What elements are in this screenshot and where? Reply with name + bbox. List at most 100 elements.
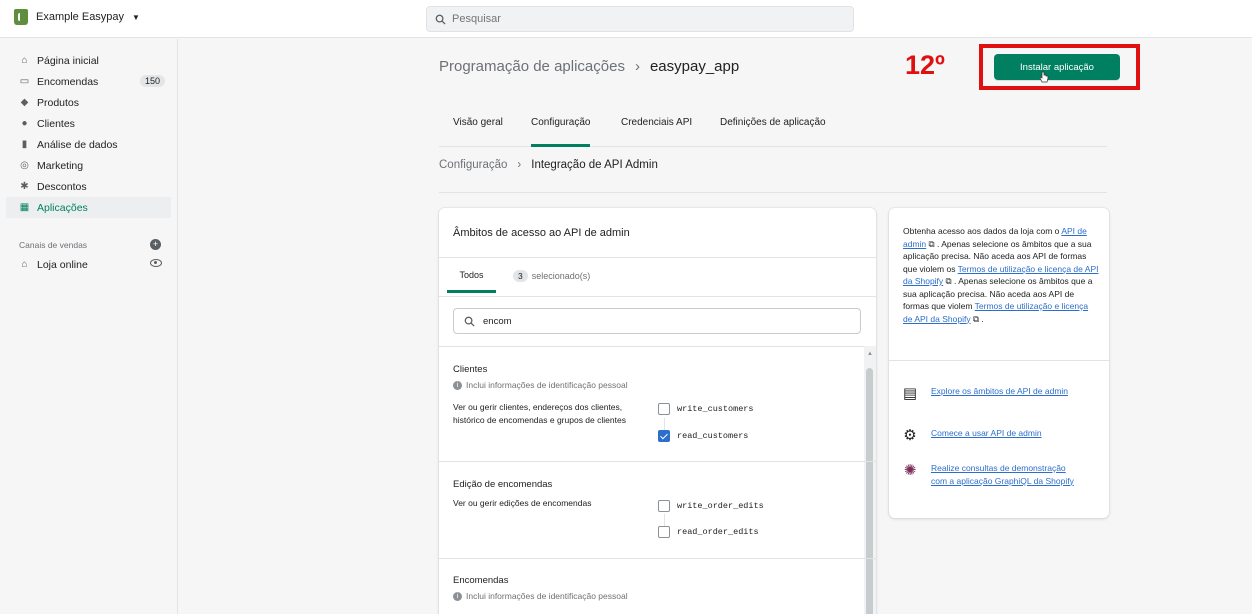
- scope-filter-input[interactable]: [483, 315, 843, 327]
- pii-notice-text: Inclui informações de identificação pess…: [466, 380, 628, 390]
- sidebar-item-analytics[interactable]: ▮ Análise de dados: [0, 134, 177, 155]
- scope-name: read_order_edits: [677, 527, 759, 537]
- resource-graphiql: ✺ Realize consultas de demonstração com …: [901, 462, 1081, 487]
- info-icon: i: [453, 380, 462, 390]
- chevron-right-icon: ›: [517, 159, 522, 171]
- home-icon: ⌂: [21, 55, 28, 66]
- pii-notice: i Inclui informações de identificação pe…: [453, 591, 628, 601]
- group-description: Ver ou gerir clientes, endereços dos cli…: [453, 402, 626, 425]
- help-text-part: Obtenha acesso aos dados da loja com o: [903, 226, 1060, 236]
- scope-name: write_customers: [677, 404, 754, 414]
- sidebar-item-label: Loja online: [37, 258, 88, 271]
- tab-selected-scopes[interactable]: 3 selecionado(s): [513, 260, 590, 293]
- shopify-logo-icon: [14, 9, 28, 25]
- store-switcher[interactable]: Example Easypay ▼: [14, 9, 140, 25]
- selected-count-badge: 3: [513, 270, 528, 282]
- sidebar-item-label: Encomendas: [37, 75, 99, 88]
- divider: [439, 346, 876, 347]
- scope-name: write_order_edits: [677, 501, 764, 511]
- discount-icon: ✱: [20, 181, 29, 192]
- sidebar-item-marketing[interactable]: ◎ Marketing: [0, 155, 177, 176]
- tab-overview[interactable]: Visão geral: [453, 117, 503, 147]
- divider: [439, 461, 876, 462]
- divider: [439, 558, 876, 559]
- store-name: Example Easypay: [36, 11, 125, 23]
- app-tabs: Visão geral Configuração Credenciais API…: [439, 103, 1107, 147]
- checkbox[interactable]: [658, 526, 670, 538]
- scrollbar-thumb[interactable]: [866, 368, 873, 614]
- external-link-icon: ⧉: [970, 313, 980, 324]
- sidebar-item-home[interactable]: ⌂ Página inicial: [0, 50, 177, 71]
- bar-chart-icon: ▮: [21, 139, 28, 150]
- sidebar-item-label: Produtos: [37, 96, 80, 109]
- scroll-up-icon[interactable]: ▲: [867, 351, 873, 357]
- scope-write-order-edits[interactable]: write_order_edits: [658, 500, 764, 512]
- install-app-button[interactable]: Instalar aplicação: [994, 54, 1120, 80]
- resource-link[interactable]: Realize consultas de demonstração com a …: [931, 462, 1081, 487]
- selected-label: selecionado(s): [531, 271, 591, 281]
- resource-link[interactable]: Comece a usar API de admin: [931, 427, 1081, 440]
- cursor-hand-icon: [1039, 71, 1049, 83]
- tab-api-credentials[interactable]: Credenciais API: [621, 117, 692, 147]
- resource-link[interactable]: Explore os âmbitos de API de admin: [931, 385, 1081, 398]
- tab-all-scopes[interactable]: Todos: [447, 260, 496, 293]
- sidebar-item-customers[interactable]: ● Clientes: [0, 113, 177, 134]
- group-title-customers: Clientes: [453, 364, 488, 375]
- orders-count-badge: 150: [139, 75, 165, 87]
- sidebar: ⌂ Página inicial ▭ Encomendas 150 ◆ Prod…: [0, 39, 178, 614]
- breadcrumb-parent[interactable]: Programação de aplicações: [439, 58, 625, 75]
- help-text-part: .: [981, 313, 984, 324]
- sidebar-item-label: Página inicial: [37, 54, 99, 67]
- search-bar[interactable]: [426, 6, 854, 32]
- caret-down-icon: ▼: [132, 12, 140, 22]
- card-title: Âmbitos de acesso ao API de admin: [453, 227, 630, 239]
- top-bar: Example Easypay ▼: [0, 0, 1252, 38]
- checkbox[interactable]: [658, 500, 670, 512]
- sidebar-item-orders[interactable]: ▭ Encomendas 150: [0, 71, 177, 92]
- page-title: easypay_app: [649, 58, 740, 75]
- admin-api-scopes-card: Âmbitos de acesso ao API de admin Todos …: [439, 208, 876, 614]
- resource-explore-scopes: ▤ Explore os âmbitos de API de admin: [901, 385, 1081, 403]
- scope-filter-field[interactable]: [453, 308, 861, 334]
- external-link-icon: ⧉: [943, 276, 952, 286]
- sales-channels-label: Canais de vendas: [19, 240, 88, 250]
- sidebar-item-label: Marketing: [37, 159, 84, 172]
- info-icon: i: [453, 591, 462, 601]
- breadcrumb: Programação de aplicações › easypay_app: [439, 58, 739, 75]
- sidebar-item-label: Aplicações: [37, 201, 88, 214]
- divider: [889, 360, 1109, 361]
- help-card: Obtenha acesso aos dados da loja com o A…: [889, 208, 1109, 518]
- scope-read-customers[interactable]: read_customers: [658, 430, 748, 442]
- divider: [439, 257, 876, 258]
- pii-notice-text: Inclui informações de identificação pess…: [466, 591, 628, 601]
- graphql-icon: ✺: [903, 462, 917, 479]
- divider: [439, 296, 876, 297]
- sidebar-item-products[interactable]: ◆ Produtos: [0, 92, 177, 113]
- tab-configuration[interactable]: Configuração: [531, 117, 591, 147]
- checkbox-checked[interactable]: [658, 430, 670, 442]
- add-channel-icon[interactable]: +: [150, 239, 161, 250]
- scope-write-customers[interactable]: write_customers: [658, 403, 754, 415]
- tab-app-settings[interactable]: Definições de aplicação: [720, 117, 826, 147]
- sidebar-item-discounts[interactable]: ✱ Descontos: [0, 176, 177, 197]
- external-link-icon: ⧉: [926, 238, 935, 249]
- person-icon: ●: [21, 118, 28, 129]
- sidebar-item-apps[interactable]: ▦ Aplicações: [6, 197, 171, 218]
- eye-icon[interactable]: [150, 259, 162, 267]
- sidebar-item-online-store[interactable]: ⌂ Loja online: [0, 254, 177, 275]
- connector-line: [664, 514, 665, 526]
- orders-icon: ▭: [19, 76, 30, 87]
- gear-cluster-icon: ⚙: [903, 427, 917, 444]
- sales-channels-title: Canais de vendas +: [0, 236, 177, 254]
- chevron-right-icon: ›: [634, 58, 640, 75]
- search-input[interactable]: [452, 13, 832, 25]
- checkbox[interactable]: [658, 403, 670, 415]
- scope-read-order-edits[interactable]: read_order_edits: [658, 526, 759, 538]
- help-text: Obtenha acesso aos dados da loja com o A…: [903, 225, 1099, 325]
- scope-filter-tabs: Todos 3 selecionado(s): [447, 260, 869, 296]
- divider: [439, 192, 1107, 193]
- search-icon: [464, 316, 475, 327]
- sidebar-item-label: Clientes: [37, 117, 75, 130]
- sub-breadcrumb-parent[interactable]: Configuração: [439, 159, 507, 171]
- group-title-orders: Encomendas: [453, 575, 509, 586]
